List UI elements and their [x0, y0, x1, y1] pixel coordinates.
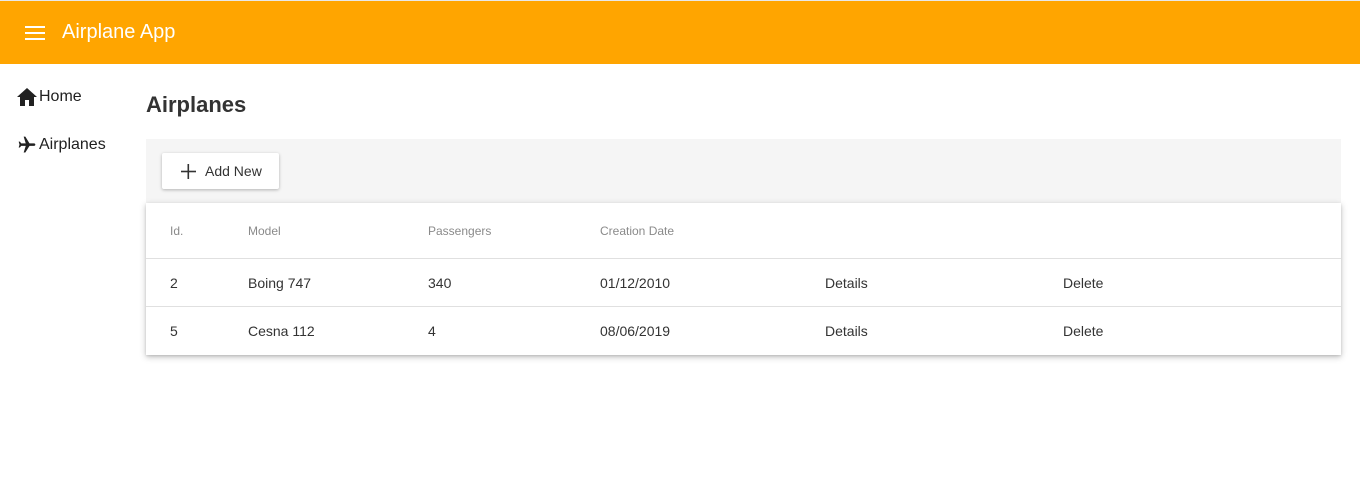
cell-id: 2 [170, 274, 178, 291]
details-link[interactable]: Details [825, 259, 868, 306]
airplane-icon [16, 134, 38, 156]
cell-model: Cesna 112 [248, 323, 315, 339]
menu-button[interactable] [20, 18, 50, 48]
cell-passengers: 340 [428, 274, 452, 291]
column-header-creation-date[interactable]: Creation Date [600, 203, 674, 258]
app-header: Airplane App [0, 0, 1360, 64]
table-toolbar: Add New [146, 139, 1341, 203]
app-title: Airplane App [62, 21, 176, 43]
add-new-label: Add New [205, 163, 262, 179]
cell-model: Boing 747 [248, 274, 312, 291]
sidebar-item-home[interactable]: Home [16, 86, 82, 108]
sidebar-item-airplanes[interactable]: Airplanes [16, 134, 106, 156]
table-row: 2 Boing 747 340 01/12/2010 Details Delet… [146, 259, 1341, 307]
delete-link[interactable]: Delete [1063, 259, 1103, 306]
sidebar-item-label: Airplanes [39, 136, 106, 153]
cell-id: 5 [170, 323, 178, 339]
page-title: Airplanes [146, 92, 247, 117]
home-icon [16, 86, 38, 108]
add-new-button[interactable]: Add New [162, 153, 279, 189]
cell-creation-date: 08/06/2019 [600, 323, 671, 339]
table-header: Id. Model Passengers Creation Date [146, 203, 1341, 259]
details-link[interactable]: Details [825, 307, 868, 355]
menu-icon [25, 25, 45, 40]
table-row: 5 Cesna 112 4 08/06/2019 Details Delete [146, 307, 1341, 355]
column-header-model[interactable]: Model [248, 203, 281, 258]
sidebar-item-label: Home [39, 88, 82, 105]
cell-passengers: 4 [428, 323, 436, 339]
column-header-passengers[interactable]: Passengers [428, 203, 491, 258]
delete-link[interactable]: Delete [1063, 307, 1103, 355]
cell-creation-date: 01/12/2010 [600, 274, 671, 291]
plus-icon [181, 163, 196, 179]
airplanes-table: Id. Model Passengers Creation Date 2 Boi… [146, 203, 1341, 355]
column-header-id[interactable]: Id. [170, 203, 183, 258]
